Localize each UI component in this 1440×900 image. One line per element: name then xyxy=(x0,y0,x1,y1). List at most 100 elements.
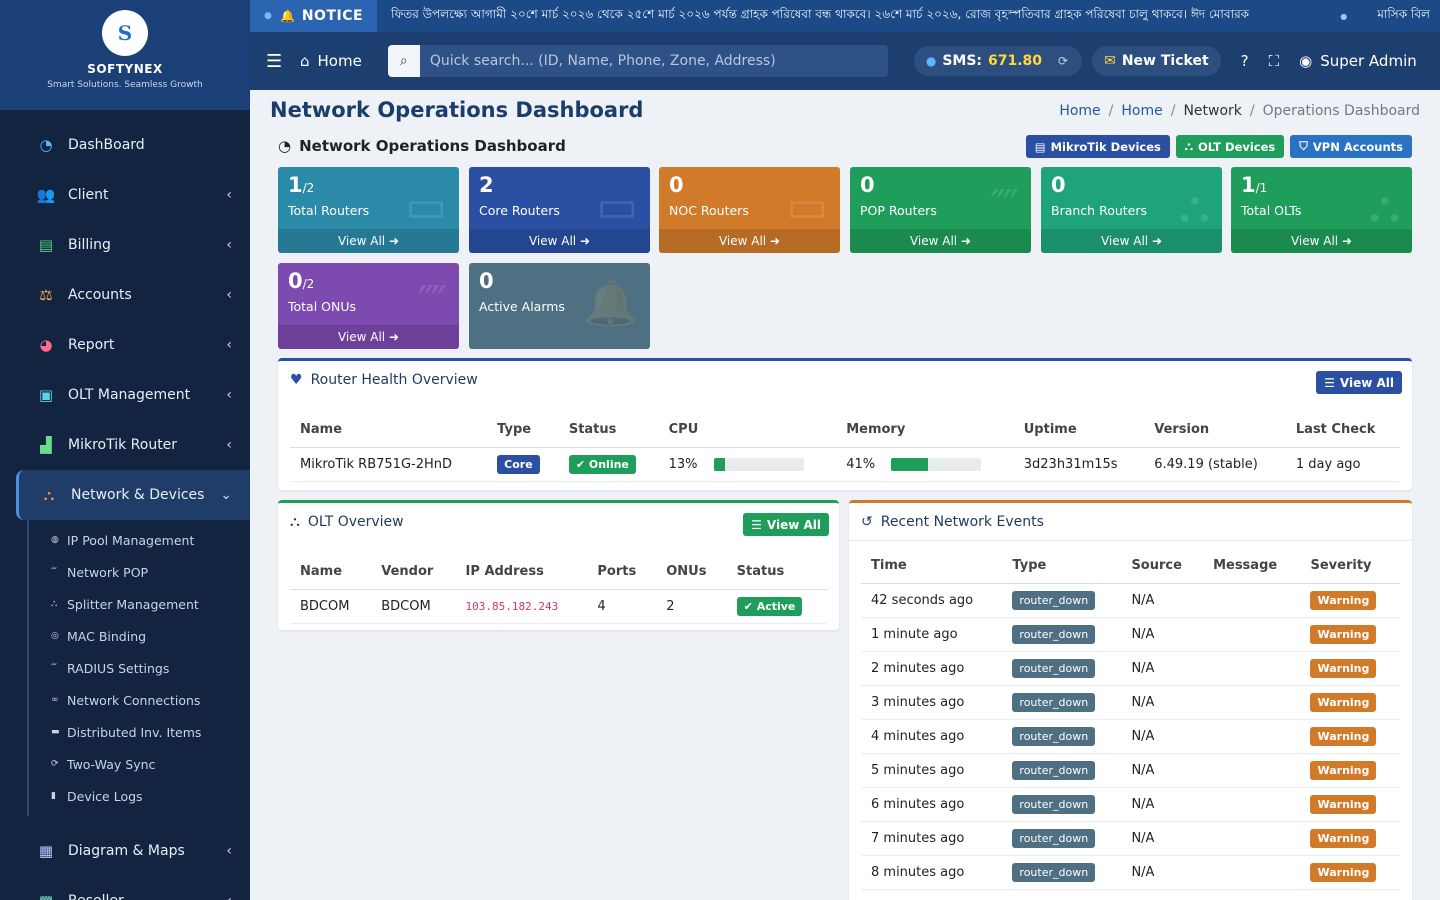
stat-value: 2 xyxy=(479,173,494,197)
stat-view-all-link[interactable]: View All ➜ xyxy=(659,229,840,253)
column-header: Uptime xyxy=(1013,413,1145,448)
breadcrumb-home-2[interactable]: Home xyxy=(1121,103,1162,119)
stat-value: 0 xyxy=(860,173,875,197)
sidebar-item-diagram-maps[interactable]: ▦ Diagram & Maps ‹ xyxy=(0,826,250,876)
column-header: Name xyxy=(290,413,488,448)
sidebar-item-mikrotik-router[interactable]: ▟ MikroTik Router ‹ xyxy=(0,420,250,470)
event-severity-cell: Warning xyxy=(1300,617,1400,652)
shield-icon: ⛉ xyxy=(1299,139,1308,153)
stat-card-total-onus: ⁗ 0/2 Total ONUs View All ➜ xyxy=(278,263,459,349)
sidebar-item-report[interactable]: ◕ Report ‹ xyxy=(0,320,250,370)
submenu-item-radius-settings[interactable]: ⁗ RADIUS Settings xyxy=(29,652,250,684)
olt-devices-button[interactable]: ⛬ OLT Devices xyxy=(1175,135,1285,158)
table-row: 42 seconds ago router_down N/A Warning xyxy=(861,583,1400,618)
breadcrumb: Home / Home / Network / Operations Dashboar… xyxy=(1059,103,1420,119)
sidebar-item-olt-management[interactable]: ▣ OLT Management ‹ xyxy=(0,370,250,420)
dashboard-icon: ◔ xyxy=(278,137,292,155)
olt-table: Name Vendor IP Address Ports ONUs Status BDCO… xyxy=(290,555,827,624)
sidebar-item-billing[interactable]: ▤ Billing ‹ xyxy=(0,220,250,270)
submenu-item-label: Distributed Inv. Items xyxy=(67,724,202,740)
mikrotik-devices-button[interactable]: ▤ MikroTik Devices xyxy=(1025,135,1170,158)
submenu-item-ip-pool-management[interactable]: ◍ IP Pool Management xyxy=(29,524,250,556)
stat-view-all-link[interactable]: View All ➜ xyxy=(278,229,459,253)
stat-view-all-link[interactable]: View All ➜ xyxy=(469,229,650,253)
submenu-item-two-way-sync[interactable]: ⟳ Two-Way Sync xyxy=(29,748,250,780)
menu-toggle-icon[interactable]: ☰ xyxy=(266,51,286,72)
olt-ip-cell: 103.85.182.243 xyxy=(455,589,588,624)
stat-view-all-link[interactable]: View All ➜ xyxy=(1231,229,1412,253)
type-badge: Core xyxy=(497,454,540,474)
breadcrumb-network[interactable]: Network xyxy=(1183,103,1241,119)
fingerprint-icon: ◎ xyxy=(51,631,59,641)
memory-value: 41% xyxy=(846,456,876,472)
submenu-item-network-pop[interactable]: ⁗ Network POP xyxy=(29,556,250,588)
event-type-cell: router_down xyxy=(1002,719,1122,754)
breadcrumb-home-1[interactable]: Home xyxy=(1059,103,1100,119)
cpu-progress-bar xyxy=(713,457,804,471)
help-icon[interactable]: ? xyxy=(1241,52,1249,70)
chevron-left-icon: ‹ xyxy=(226,843,232,859)
stat-view-all-link[interactable]: View All ➜ xyxy=(278,325,459,349)
history-icon: ↺ xyxy=(861,513,873,530)
submenu-item-network-connections[interactable]: ∞ Network Connections xyxy=(29,684,250,716)
column-header: Type xyxy=(1002,549,1122,584)
router-health-body: MikroTik RB751G-2HnD Core ✔ Online 13% 41% 3d… xyxy=(290,447,1400,482)
stat-value: 0 xyxy=(479,269,494,293)
severity-badge: Warning xyxy=(1310,828,1377,848)
vpn-accounts-button[interactable]: ⛉ VPN Accounts xyxy=(1290,135,1412,158)
chevron-left-icon: ‹ xyxy=(226,437,232,453)
sidebar-item-label: Accounts xyxy=(68,287,132,303)
breadcrumb-current: Operations Dashboard xyxy=(1262,103,1420,119)
user-menu[interactable]: ◉ Super Admin xyxy=(1299,52,1417,70)
fullscreen-icon[interactable]: ⛶ xyxy=(1269,52,1280,70)
olt-name: BDCOM xyxy=(290,589,372,624)
logo-icon: S xyxy=(102,10,148,56)
new-ticket-button[interactable]: ✉ New Ticket xyxy=(1092,46,1221,76)
users-icon: 👥 xyxy=(36,186,56,204)
sidebar-item-label: MikroTik Router xyxy=(68,437,178,453)
bullet-icon: ● xyxy=(264,11,273,21)
chip-icon: ▣ xyxy=(38,386,54,404)
olt-ip: 103.85.182.243 xyxy=(465,599,559,613)
event-source: N/A xyxy=(1121,583,1204,618)
submenu-item-mac-binding[interactable]: ◎ MAC Binding xyxy=(29,620,250,652)
column-header: Vendor xyxy=(371,555,456,590)
sidebar-item-dashboard[interactable]: ◔ DashBoard xyxy=(0,120,250,170)
olt-overview-card: ⛬ OLT Overview ☰ View All Name Vendor IP Add… xyxy=(278,500,839,630)
sidebar-item-network-devices[interactable]: ⛬ Network & Devices ⌄ xyxy=(16,470,250,520)
olt-view-all-button[interactable]: ☰ View All xyxy=(743,513,829,536)
submenu-item-label: Network POP xyxy=(67,564,149,580)
submenu-item-distributed-inv-items[interactable]: ▬ Distributed Inv. Items xyxy=(29,716,250,748)
gauge-icon: ◔ xyxy=(39,136,53,154)
submenu-item-device-logs[interactable]: ▮ Device Logs xyxy=(29,780,250,812)
event-severity-cell: Warning xyxy=(1300,583,1400,618)
table-header-row: Time Type Source Message Severity xyxy=(861,549,1400,584)
search-input[interactable] xyxy=(419,45,888,77)
router-health-view-all-button[interactable]: ☰ View All xyxy=(1316,371,1402,394)
home-link[interactable]: ⌂ Home xyxy=(300,52,362,70)
table-row: 1 minute ago router_down N/A Warning xyxy=(861,617,1400,652)
sidebar-item-label: Network & Devices xyxy=(71,487,205,503)
sidebar-item-reseller[interactable]: ▩ Reseller ‹ xyxy=(0,876,250,900)
submenu-item-splitter-management[interactable]: ⛬ Splitter Management xyxy=(29,588,250,620)
sms-balance[interactable]: ● SMS: 671.80 ⟳ xyxy=(913,46,1083,76)
stat-value: 0/2 xyxy=(288,269,314,293)
sidebar-item-client[interactable]: 👥 Client ‹ xyxy=(0,170,250,220)
cpu-cell: 13% xyxy=(658,447,837,482)
new-ticket-label: New Ticket xyxy=(1121,53,1209,69)
stat-view-all-link[interactable]: View All ➜ xyxy=(1041,229,1222,253)
stat-card-core-routers: ▭ 2 Core Routers View All ➜ xyxy=(469,167,650,253)
search-icon[interactable]: ⌕ xyxy=(387,45,420,77)
quick-button-label: OLT Devices xyxy=(1197,139,1276,154)
trash-icon: ▮ xyxy=(51,791,56,801)
sidebar-item-accounts[interactable]: ⚖ Accounts ‹ xyxy=(0,270,250,320)
sitemap-icon: ⛬ xyxy=(1184,139,1193,153)
submenu-item-label: Two-Way Sync xyxy=(67,756,156,772)
view-all-label: View All xyxy=(766,517,821,532)
sms-value: 671.80 xyxy=(988,53,1043,69)
stat-view-all-link[interactable]: View All ➜ xyxy=(850,229,1031,253)
page-title: Network Operations Dashboard xyxy=(270,98,644,122)
brand[interactable]: S SOFTYNEX Smart Solutions. Seamless Gro… xyxy=(0,0,250,110)
refresh-icon[interactable]: ⟳ xyxy=(1058,54,1068,68)
